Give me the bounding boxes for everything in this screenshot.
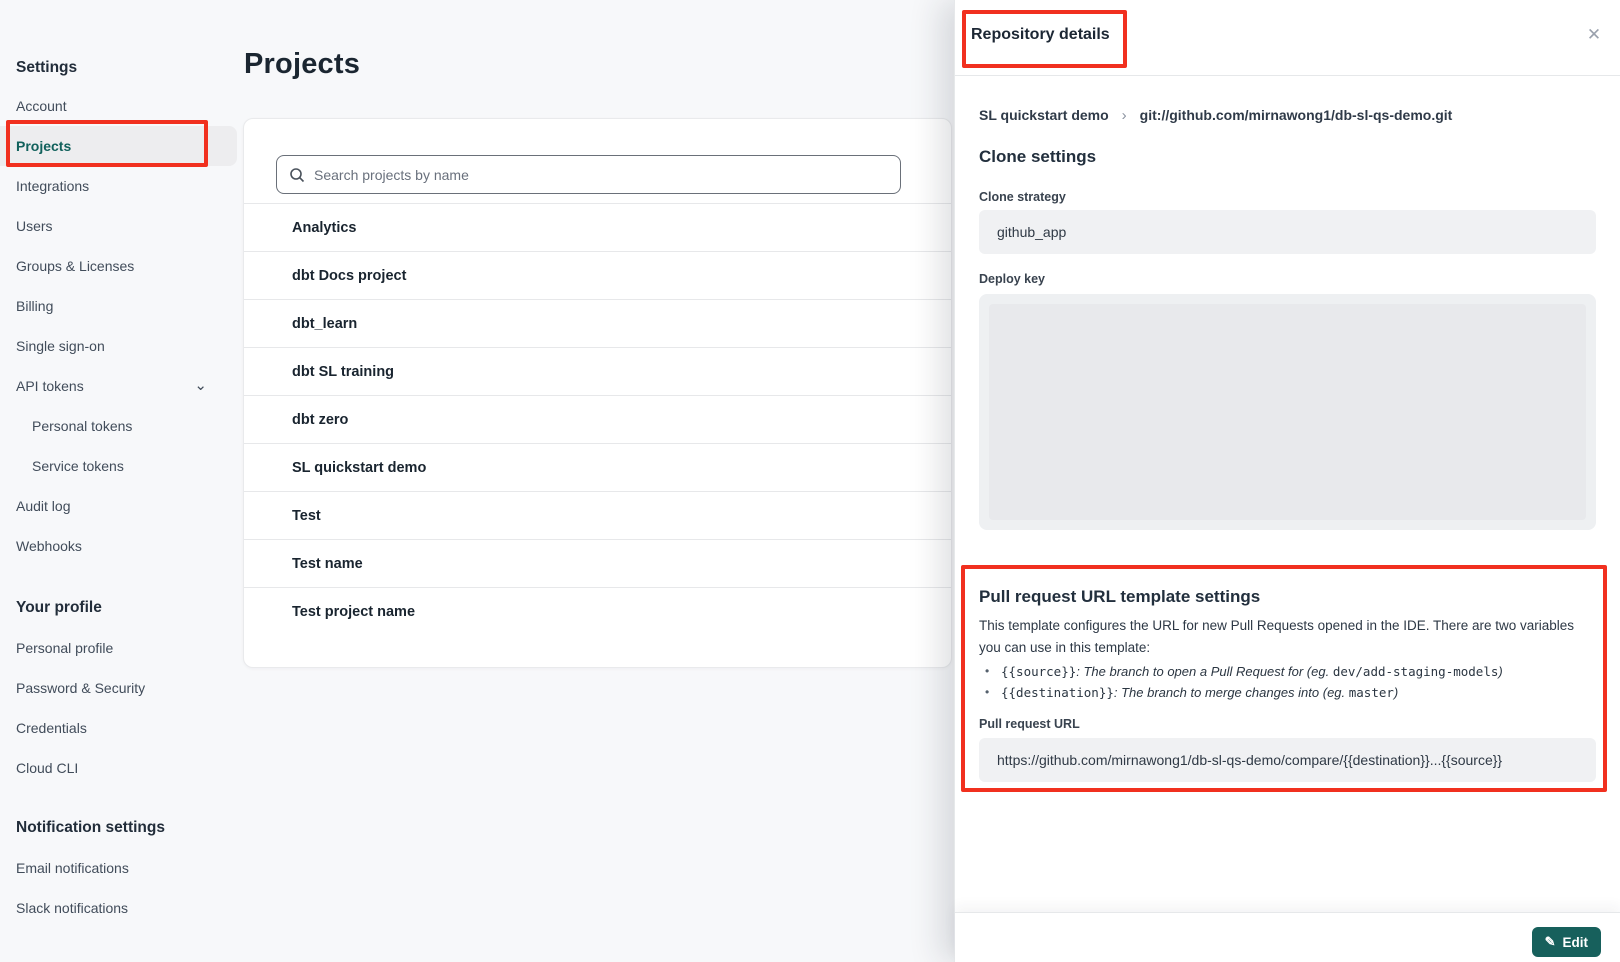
repository-details-drawer: Repository details ✕ SL quickstart demo …: [954, 0, 1620, 962]
sidebar-item-label: Cloud CLI: [16, 760, 78, 776]
edit-button-label: Edit: [1563, 935, 1589, 950]
search-input[interactable]: [314, 167, 888, 183]
sidebar-item[interactable]: Credentials ⌄: [0, 708, 237, 748]
sidebar-item-label: API tokens: [16, 378, 84, 394]
sidebar-item-label: Projects: [16, 138, 71, 154]
drawer-header: Repository details ✕: [955, 0, 1620, 76]
sidebar-items-profile: Personal profile ⌄ Password & Security ⌄…: [0, 628, 237, 788]
drawer-title: Repository details: [971, 26, 1110, 44]
sidebar-item-label: Slack notifications: [16, 900, 128, 916]
chevron-down-icon[interactable]: ⌄: [194, 366, 207, 406]
sidebar-item-label: Integrations: [16, 178, 89, 194]
sidebar-item-label: Personal profile: [16, 640, 113, 656]
sidebar-item[interactable]: Service tokens ⌄: [0, 446, 237, 486]
settings-sidebar: Settings Account ⌄ Projects ⌄ Integratio…: [0, 50, 237, 928]
pr-variable-item: {{source}}: The branch to open a Pull Re…: [979, 661, 1596, 682]
sidebar-section-profile: Your profile Personal profile ⌄ Password…: [0, 588, 237, 788]
sidebar-item[interactable]: Audit log ⌄: [0, 486, 237, 526]
sidebar-item[interactable]: Personal profile ⌄: [0, 628, 237, 668]
sidebar-heading-notification-settings: Notification settings: [0, 808, 237, 848]
sidebar-section-settings: Settings Account ⌄ Projects ⌄ Integratio…: [0, 50, 237, 566]
project-row[interactable]: dbt zero: [244, 395, 951, 443]
sidebar-item[interactable]: Email notifications ⌄: [0, 848, 237, 888]
sidebar-item[interactable]: Password & Security ⌄: [0, 668, 237, 708]
sidebar-item[interactable]: API tokens ⌄: [0, 366, 237, 406]
drawer-body: SL quickstart demo › git://github.com/mi…: [955, 100, 1620, 782]
variable-suffix: ): [1394, 685, 1398, 700]
variable-description: : The branch to open a Pull Request for …: [1076, 664, 1333, 679]
variable-suffix: ): [1498, 664, 1502, 679]
project-row[interactable]: dbt SL training: [244, 347, 951, 395]
sidebar-item[interactable]: Billing ⌄: [0, 286, 237, 326]
deploy-key-redacted-value: [989, 304, 1586, 520]
variable-code: {{source}}: [1001, 664, 1076, 679]
sidebar-item[interactable]: Users ⌄: [0, 206, 237, 246]
edit-button[interactable]: ✎ Edit: [1532, 927, 1601, 957]
project-search[interactable]: [276, 155, 901, 194]
chevron-right-icon: ›: [1122, 107, 1127, 124]
sidebar-item-label: Password & Security: [16, 680, 145, 696]
pr-template-heading: Pull request URL template settings: [979, 585, 1596, 609]
sidebar-item[interactable]: Cloud CLI ⌄: [0, 748, 237, 788]
sidebar-item-label: Email notifications: [16, 860, 129, 876]
variable-code: {{destination}}: [1001, 685, 1114, 700]
sidebar-item-label: Credentials: [16, 720, 87, 736]
breadcrumb-repo-url: git://github.com/mirnawong1/db-sl-qs-dem…: [1140, 107, 1453, 123]
variable-description: : The branch to merge changes into (eg.: [1114, 685, 1349, 700]
clone-settings-heading: Clone settings: [979, 144, 1596, 170]
sidebar-section-notifications: Notification settings Email notification…: [0, 808, 237, 928]
pr-template-description: This template configures the URL for new…: [979, 615, 1596, 659]
sidebar-heading-settings: Settings: [0, 50, 237, 86]
project-row[interactable]: Test project name: [244, 587, 951, 635]
sidebar-item[interactable]: Account ⌄: [0, 86, 237, 126]
deploy-key-box: [979, 294, 1596, 530]
sidebar-item-label: Single sign-on: [16, 338, 105, 354]
breadcrumb-project-name: SL quickstart demo: [979, 107, 1109, 123]
pr-variable-item: {{destination}}: The branch to merge cha…: [979, 682, 1596, 703]
clone-strategy-value: github_app: [979, 210, 1596, 254]
sidebar-item[interactable]: Integrations ⌄: [0, 166, 237, 206]
breadcrumb: SL quickstart demo › git://github.com/mi…: [979, 100, 1596, 130]
search-icon: [289, 167, 305, 183]
deploy-key-label: Deploy key: [979, 272, 1596, 287]
pull-request-url-value: https://github.com/mirnawong1/db-sl-qs-d…: [979, 738, 1596, 782]
clone-strategy-label: Clone strategy: [979, 190, 1596, 205]
project-list: Analytics dbt Docs project dbt_learn dbt…: [244, 203, 951, 635]
sidebar-item-label: Users: [16, 218, 53, 234]
pull-request-url-label: Pull request URL: [979, 717, 1596, 732]
sidebar-item-label: Personal tokens: [32, 418, 132, 434]
project-row[interactable]: Analytics: [244, 203, 951, 251]
close-icon[interactable]: ✕: [1580, 21, 1608, 49]
sidebar-item[interactable]: Projects ⌄: [0, 126, 237, 166]
sidebar-items-notifications: Email notifications ⌄ Slack notification…: [0, 848, 237, 928]
sidebar-item-label: Billing: [16, 298, 53, 314]
project-row[interactable]: SL quickstart demo: [244, 443, 951, 491]
page-title: Projects: [244, 48, 360, 81]
projects-card: Analytics dbt Docs project dbt_learn dbt…: [243, 118, 952, 668]
project-row[interactable]: Test name: [244, 539, 951, 587]
project-row[interactable]: Test: [244, 491, 951, 539]
project-row[interactable]: dbt_learn: [244, 299, 951, 347]
drawer-footer: ✎ Edit: [955, 912, 1620, 962]
sidebar-item-label: Groups & Licenses: [16, 258, 134, 274]
sidebar-item[interactable]: Personal tokens ⌄: [0, 406, 237, 446]
sidebar-heading-your-profile: Your profile: [0, 588, 237, 628]
variable-example: master: [1349, 685, 1394, 700]
sidebar-item[interactable]: Webhooks ⌄: [0, 526, 237, 566]
sidebar-item[interactable]: Groups & Licenses ⌄: [0, 246, 237, 286]
sidebar-item-label: Account: [16, 98, 67, 114]
pencil-icon: ✎: [1545, 934, 1556, 950]
sidebar-item-label: Service tokens: [32, 458, 124, 474]
pr-template-variables: {{source}}: The branch to open a Pull Re…: [979, 661, 1596, 703]
variable-example: dev/add-staging-models: [1333, 664, 1499, 679]
sidebar-item[interactable]: Slack notifications ⌄: [0, 888, 237, 928]
sidebar-item-label: Webhooks: [16, 538, 82, 554]
pull-request-url-section: Pull request URL template settings This …: [979, 585, 1596, 782]
sidebar-item-label: Audit log: [16, 498, 70, 514]
sidebar-items-settings: Account ⌄ Projects ⌄ Integrations ⌄ User…: [0, 86, 237, 566]
project-row[interactable]: dbt Docs project: [244, 251, 951, 299]
sidebar-item[interactable]: Single sign-on ⌄: [0, 326, 237, 366]
